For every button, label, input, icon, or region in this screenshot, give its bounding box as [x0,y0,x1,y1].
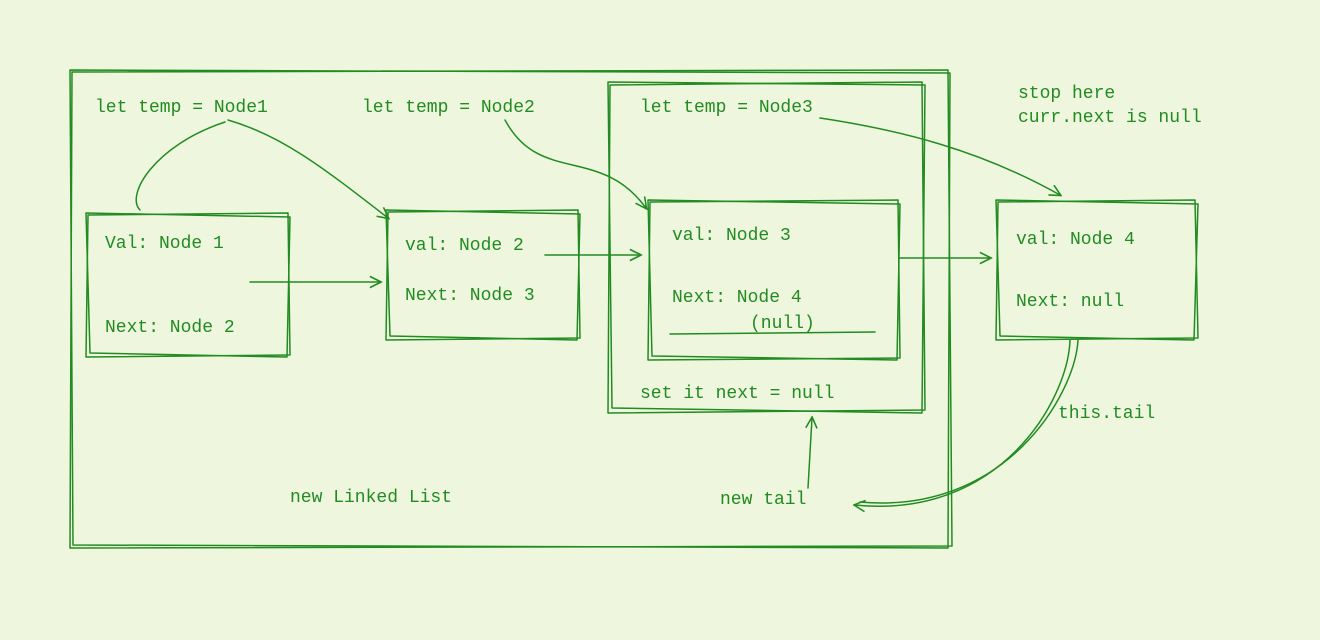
node4-val: val: Node 4 [1016,230,1135,250]
temp3-curve [820,118,1060,195]
node-3: val: Node 3 Next: Node 4 (null) [648,200,900,360]
temp1-curve [136,120,388,218]
node3-next: Next: Node 4 [672,288,802,308]
curr-next-null-label: curr.next is null [1018,108,1202,128]
node2-val: val: Node 2 [405,236,524,256]
node1-next: Next: Node 2 [105,318,235,338]
linked-list-container [70,70,952,548]
node1-val: Val: Node 1 [105,234,224,254]
temp2-curve [505,120,646,208]
node3-val: val: Node 3 [672,226,791,246]
temp-label-2: let temp = Node2 [362,98,535,118]
linked-list-title: new Linked List [290,488,452,508]
node-4: val: Node 4 Next: null [996,200,1198,340]
this-tail-curve [855,340,1078,506]
node-1: Val: Node 1 Next: Node 2 [86,213,290,357]
node2-next: Next: Node 3 [405,286,535,306]
stop-here-label: stop here [1018,84,1115,104]
node3-next-extra: (null) [750,314,815,334]
linked-list-diagram: let temp = Node1 let temp = Node2 let te… [0,0,1320,640]
temp-label-3: let temp = Node3 [640,98,813,118]
new-tail-label: new tail [720,490,806,510]
this-tail-label: this.tail [1058,404,1155,424]
node3-highlight [608,82,925,413]
node4-next: Next: null [1016,292,1124,312]
set-next-null-label: set it next = null [640,384,834,404]
node-2: val: Node 2 Next: Node 3 [386,210,580,340]
new-tail-arrow [808,418,812,488]
temp-label-1: let temp = Node1 [95,98,268,118]
